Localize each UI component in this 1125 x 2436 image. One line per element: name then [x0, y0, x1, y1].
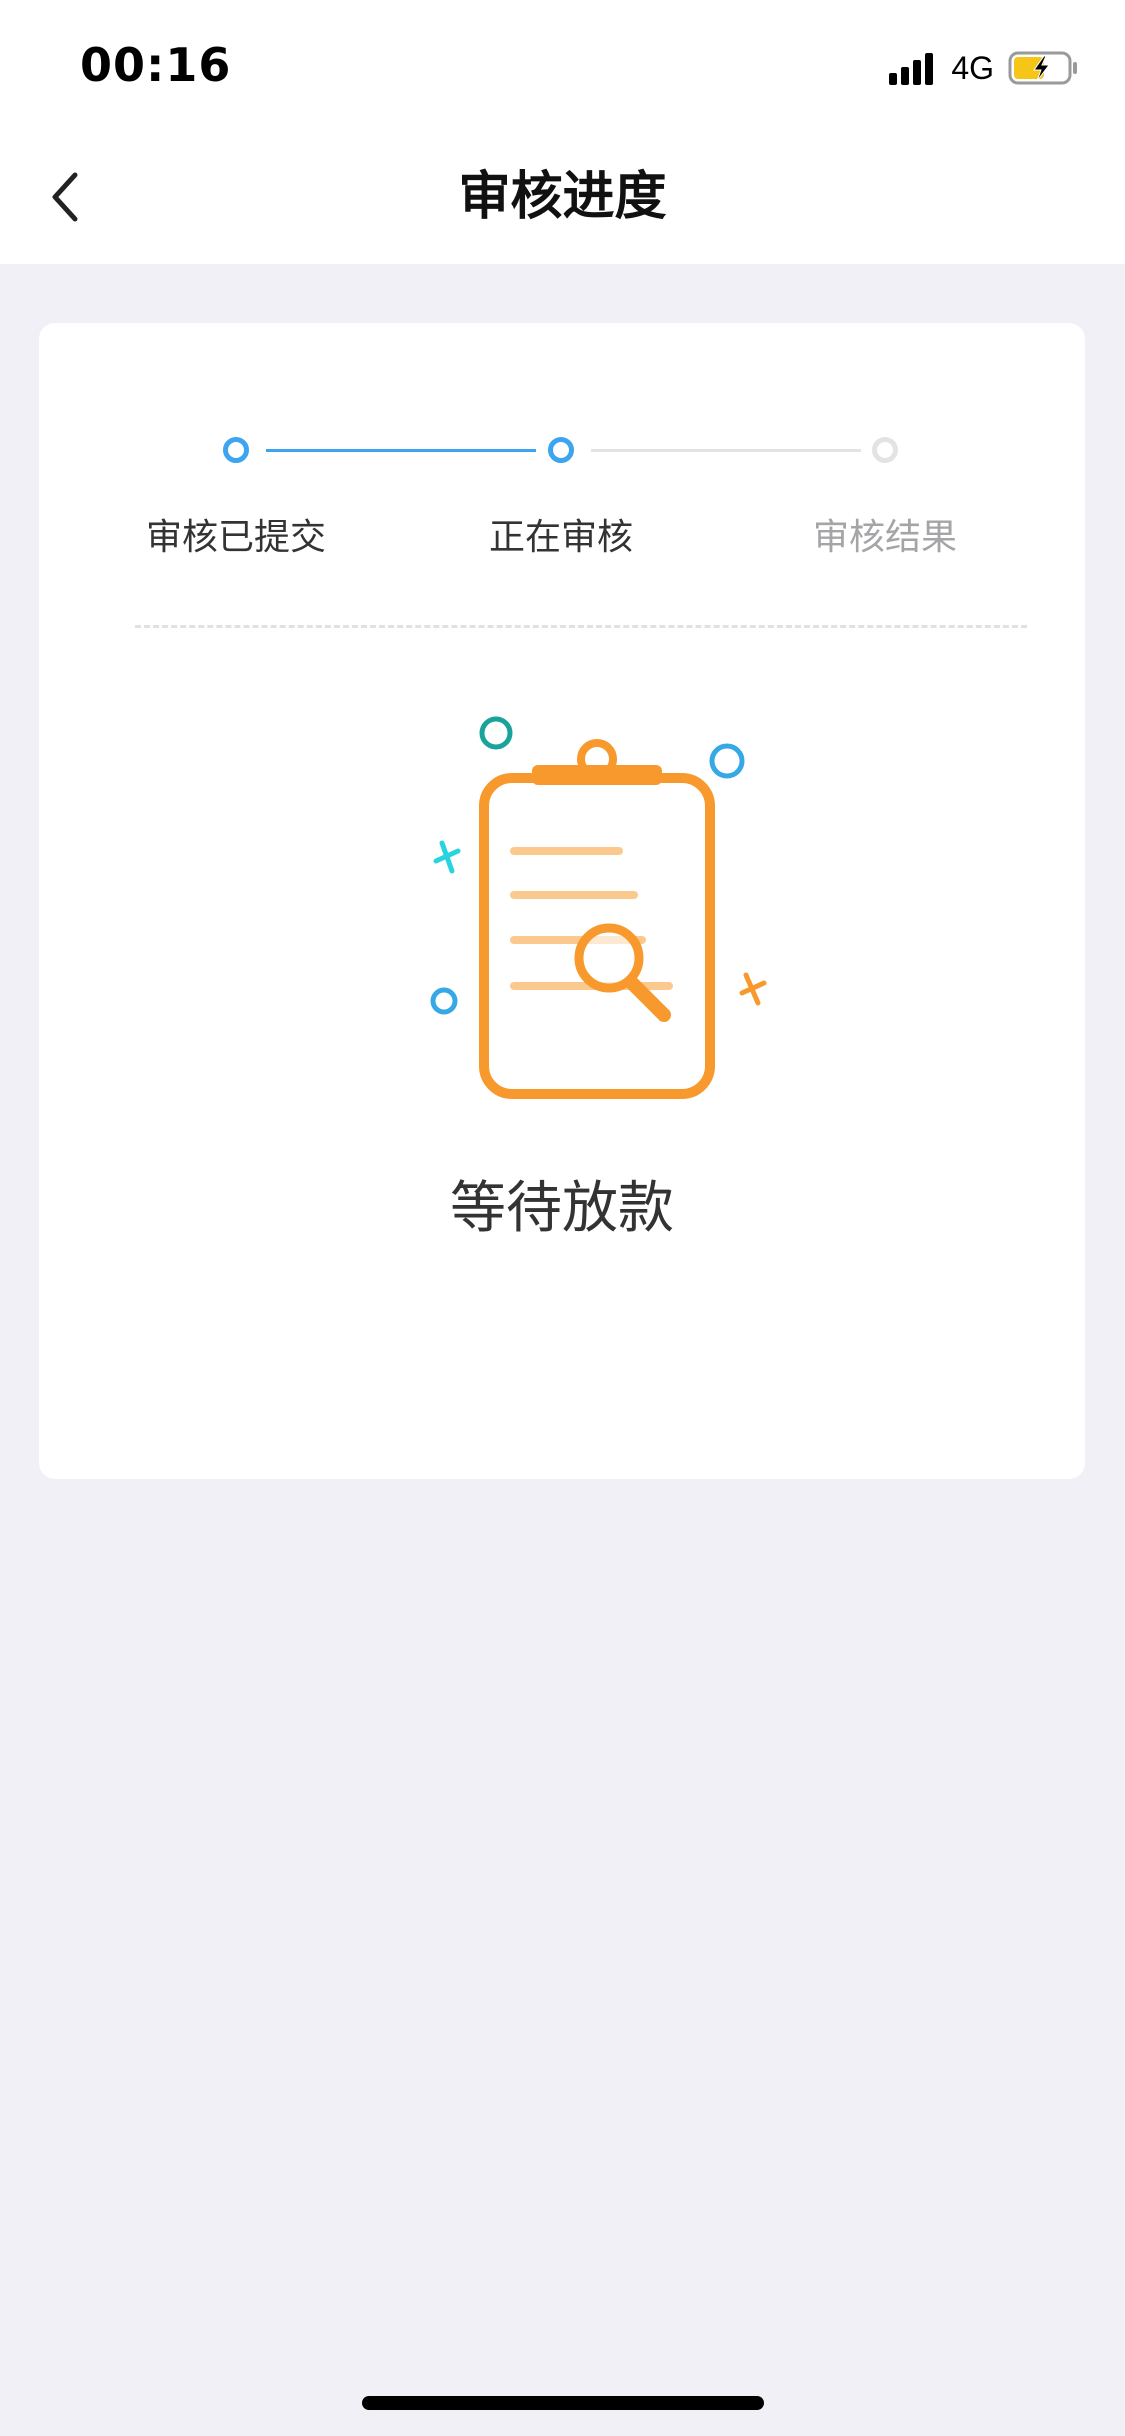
- status-time: 00:16: [80, 38, 232, 92]
- step-dot-submitted: [223, 437, 249, 463]
- step-connector-1: [266, 449, 536, 452]
- step-connector-2: [591, 449, 861, 452]
- network-type-label: 4G: [951, 49, 994, 86]
- step-dot-reviewing: [548, 437, 574, 463]
- step-label-submitted: 审核已提交: [145, 517, 326, 558]
- clipboard-search-icon: [430, 716, 767, 1099]
- status-indicators: 4G: [889, 48, 1080, 88]
- battery-charging-icon: [1008, 51, 1077, 85]
- status-bar: 00:16 4G: [0, 0, 1125, 132]
- page-title: 审核进度: [458, 167, 667, 227]
- cellular-signal-icon: [889, 51, 937, 85]
- step-label-reviewing: 正在审核: [488, 517, 633, 558]
- step-dot-result: [872, 437, 898, 463]
- review-progress-card: 审核已提交 正在审核 审核结果 等待放款: [39, 323, 1085, 1479]
- progress-stepper: 审核已提交 正在审核 审核结果: [39, 323, 1085, 623]
- step-label-result: 审核结果: [812, 517, 957, 558]
- review-status-text: 等待放款: [450, 1176, 674, 1241]
- navigation-bar: 审核进度: [0, 132, 1125, 264]
- home-indicator[interactable]: [362, 2396, 764, 2410]
- dashed-divider: [135, 625, 1027, 628]
